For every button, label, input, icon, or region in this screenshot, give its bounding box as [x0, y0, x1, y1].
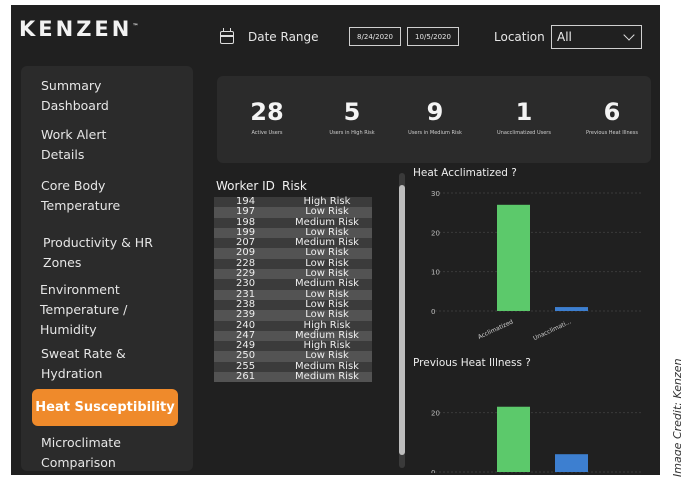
y-tick-label: 20	[431, 229, 440, 237]
bar-acclimatized	[497, 204, 530, 311]
location-label: Location	[494, 30, 545, 44]
calendar-icon	[220, 28, 234, 44]
worker-risk-table: Worker ID Risk Categories 194High Risk19…	[214, 175, 372, 383]
kpi-value: 1	[515, 98, 533, 126]
table-scrollbar[interactable]	[399, 173, 405, 468]
kpi-value: 28	[250, 98, 284, 126]
sidebar-item-heat-susceptibility[interactable]: Heat Susceptibility	[32, 389, 178, 426]
kpi-value: 9	[426, 98, 444, 126]
kpi-high-risk-users: 5 Users in High Risk	[312, 98, 392, 136]
y-tick-label: 20	[431, 410, 440, 418]
date-end-input[interactable]: 10/5/2020	[407, 27, 459, 46]
kpi-label: Unacclimatized Users	[497, 130, 551, 136]
sidebar-item-core-body-temperature[interactable]: Core Body Temperature	[41, 176, 120, 216]
kpi-value: 6	[603, 98, 621, 126]
kpi-unacclimatized-users: 1 Unacclimatized Users	[484, 98, 564, 136]
bar-no	[497, 406, 530, 472]
y-tick-label: 30	[431, 190, 440, 198]
kpi-label: Previous Heat Illness	[586, 130, 638, 136]
kenzen-logo: KENZEN™	[19, 17, 139, 41]
date-start-input[interactable]: 8/24/2020	[349, 27, 401, 46]
dashboard-window: KENZEN™ Summary Dashboard Work Alert Det…	[11, 5, 660, 475]
column-header-worker-id[interactable]: Worker ID	[216, 175, 275, 197]
kpi-previous-heat-illness: 6 Previous Heat Illness	[572, 98, 652, 136]
previous-heat-illness-chart: 020NoYes	[431, 406, 641, 473]
worker-id-cell: 261	[236, 371, 256, 383]
heat-acclimatized-chart-title: Heat Acclimatized ?	[413, 167, 517, 179]
y-tick-label: 10	[431, 269, 440, 277]
risk-category-cell: Medium Risk	[295, 371, 359, 383]
table-header: Worker ID Risk Categories	[214, 175, 372, 215]
kpi-label: Users in High Risk	[329, 130, 375, 136]
x-category-label: Unacclimati...	[532, 318, 572, 342]
sidebar-item-microclimate-comparison[interactable]: Microclimate Comparison	[41, 433, 121, 473]
kpi-label: Active Users	[251, 130, 283, 136]
x-category-label: Acclimatized	[477, 318, 515, 341]
kpi-value: 5	[343, 98, 361, 126]
location-select[interactable]: All	[551, 25, 642, 49]
y-tick-label: 0	[431, 308, 435, 316]
table-row[interactable]: 261 Medium Risk	[214, 371, 372, 383]
y-tick-label: 0	[431, 469, 435, 473]
sidebar-item-work-alert-details[interactable]: Work Alert Details	[41, 125, 106, 165]
image-credit: Image Credit: Kenzen	[671, 358, 681, 477]
kpi-panel: 28 Active Users 5 Users in High Risk 9 U…	[217, 76, 651, 163]
scrollbar-thumb[interactable]	[399, 185, 405, 455]
bar-yes	[555, 454, 588, 472]
kpi-active-users: 28 Active Users	[227, 98, 307, 136]
sidebar-item-sweat-rate-hydration[interactable]: Sweat Rate & Hydration	[41, 344, 126, 384]
location-select-value: All	[557, 30, 572, 44]
kpi-medium-risk-users: 9 Users in Medium Risk	[395, 98, 475, 136]
kpi-label: Users in Medium Risk	[408, 130, 462, 136]
previous-heat-illness-chart-title: Previous Heat Illness ?	[413, 357, 531, 369]
sidebar-item-summary-dashboard[interactable]: Summary Dashboard	[41, 76, 109, 116]
sidebar-item-environment-temperature-humidity[interactable]: Environment Temperature / Humidity	[40, 280, 127, 340]
table-body: 194 High Risk 197 Low Risk 198 Medium Risk 199…	[214, 196, 372, 383]
heat-acclimatized-chart: 0 10 20 30 Acclimatized Unacclimati...	[431, 190, 641, 342]
date-range-label: Date Range	[248, 30, 319, 44]
bar-unacclimati	[555, 307, 588, 311]
sidebar-item-productivity-hr-zones[interactable]: Productivity & HR Zones	[43, 233, 153, 273]
chevron-down-icon	[623, 29, 635, 41]
